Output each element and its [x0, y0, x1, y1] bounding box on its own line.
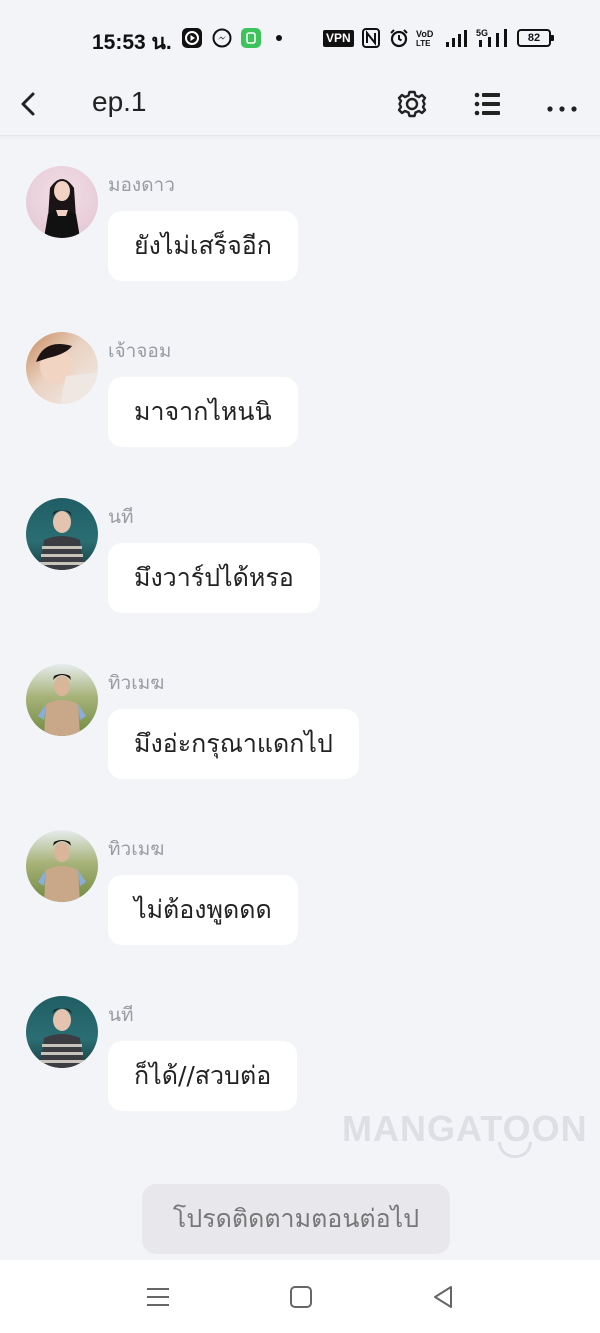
back-triangle-icon[interactable] [428, 1282, 458, 1312]
avatar[interactable] [26, 498, 98, 570]
gear-icon[interactable] [392, 84, 432, 124]
messenger-icon [212, 28, 232, 48]
alarm-icon [389, 28, 409, 52]
more-icon[interactable] [542, 84, 582, 124]
svg-text:5G: 5G [476, 28, 488, 38]
vpn-badge: VPN [323, 30, 354, 47]
sender-name: นที [108, 1004, 134, 1026]
volte-icon: VoD LTE [416, 29, 438, 51]
message-bubble[interactable]: มาจากไหนนิ [108, 377, 298, 447]
battery-indicator: 82 [517, 29, 554, 47]
message-row: นที มึงวาร์ปได้หรอ [0, 468, 600, 618]
home-icon[interactable] [286, 1282, 316, 1312]
message-bubble[interactable]: มึงอ่ะกรุณาแดกไป [108, 709, 359, 779]
status-bar: 15:53 น. VPN VoD LTE 5G 82 [0, 0, 600, 72]
sender-name: ทิวเมฆ [108, 672, 165, 694]
signal-icon-1 [445, 28, 469, 52]
notification-dot [276, 35, 282, 41]
video-app-icon [182, 28, 202, 48]
back-icon[interactable] [14, 84, 44, 124]
message-row: ทิวเมฆ ไม่ต้องพูดดด [0, 800, 600, 950]
avatar[interactable] [26, 166, 98, 238]
status-time: 15:53 น. [92, 31, 172, 54]
svg-text:LTE: LTE [416, 39, 431, 47]
sender-name: ทิวเมฆ [108, 838, 165, 860]
page-title: ep.1 [92, 86, 147, 117]
avatar[interactable] [26, 332, 98, 404]
message-bubble[interactable]: ยังไม่เสร็จอีก [108, 211, 298, 281]
sender-name: นที [108, 506, 134, 528]
top-app-bar: ep.1 [0, 72, 600, 136]
message-row: นที ก็ได้//สวบต่อ [0, 966, 600, 1116]
avatar[interactable] [26, 996, 98, 1068]
mangatoon-watermark: MANGATOON [342, 1108, 588, 1149]
message-bubble[interactable]: ไม่ต้องพูดดด [108, 875, 298, 945]
avatar[interactable] [26, 830, 98, 902]
follow-next-episode-button[interactable]: โปรดติดตามตอนต่อไป [142, 1184, 450, 1254]
line-app-icon [241, 28, 261, 48]
nfc-icon [362, 28, 380, 52]
menu-icon[interactable] [143, 1282, 173, 1312]
message-bubble[interactable]: มึงวาร์ปได้หรอ [108, 543, 320, 613]
sender-name: เจ้าจอม [108, 340, 172, 362]
sender-name: มองดาว [108, 174, 175, 196]
message-row: เจ้าจอม มาจากไหนนิ [0, 302, 600, 452]
message-row: มองดาว ยังไม่เสร็จอีก [0, 136, 600, 286]
watermark-smile-icon [498, 1142, 532, 1158]
signal-5g-icon: 5G [476, 28, 510, 52]
svg-text:VoD: VoD [416, 29, 434, 39]
message-row: ทิวเมฆ มึงอ่ะกรุณาแดกไป [0, 634, 600, 784]
system-nav-bar [0, 1260, 600, 1333]
avatar[interactable] [26, 664, 98, 736]
list-icon[interactable] [468, 84, 508, 124]
message-bubble[interactable]: ก็ได้//สวบต่อ [108, 1041, 298, 1111]
